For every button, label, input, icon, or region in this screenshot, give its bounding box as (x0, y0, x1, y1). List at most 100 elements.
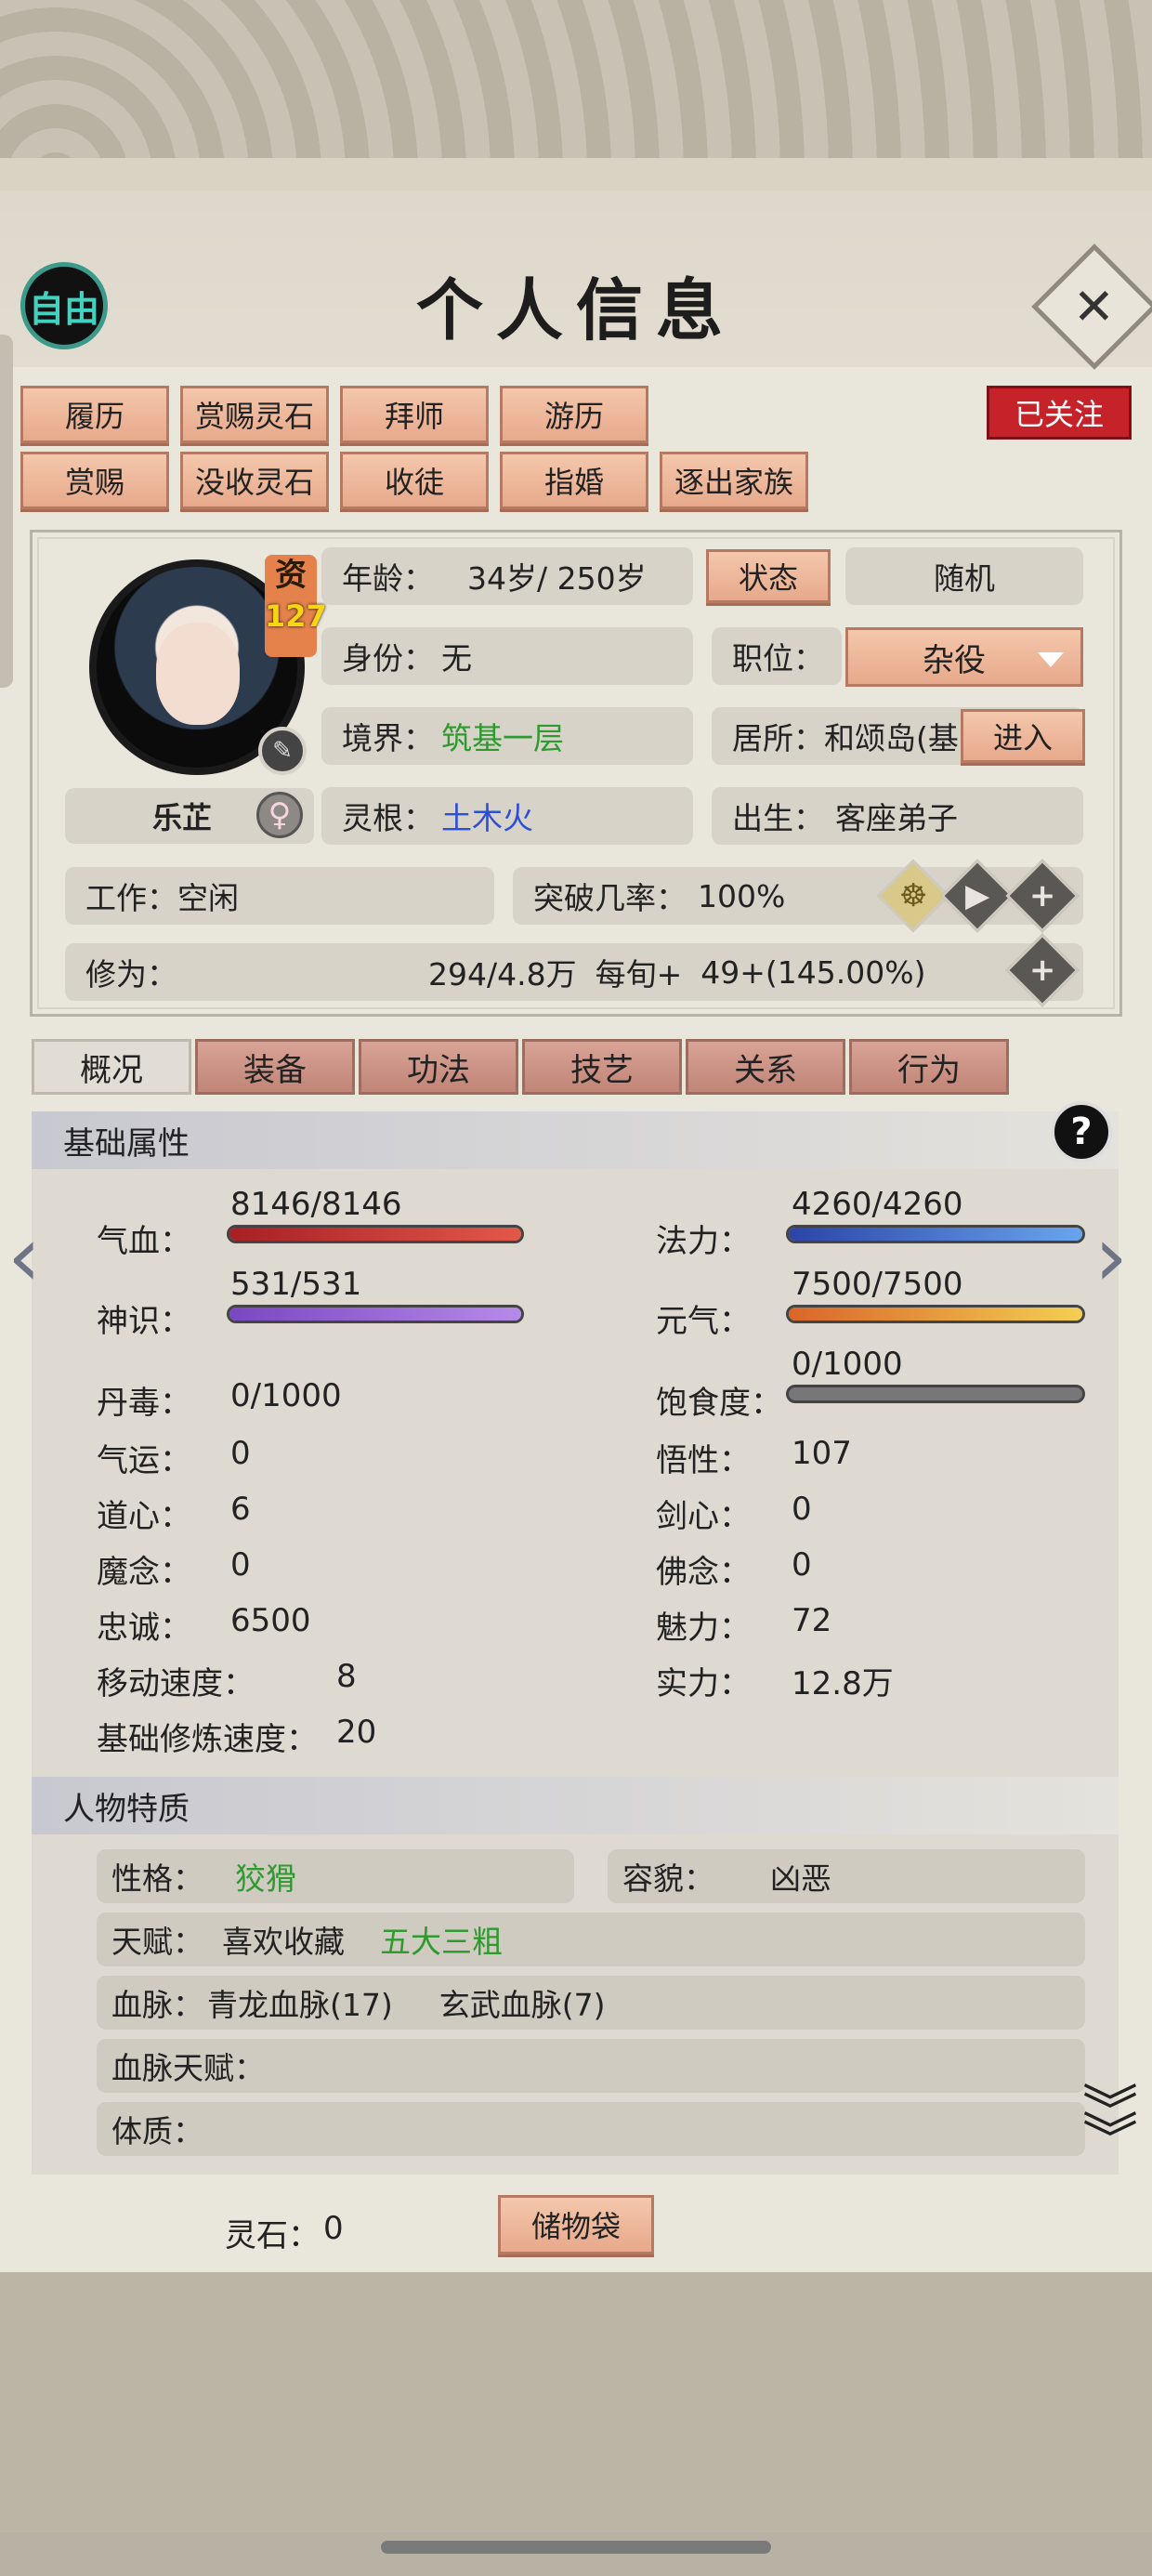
hp-bar-fill (229, 1228, 521, 1241)
reward-stones-button[interactable]: 赏赐灵石 (180, 386, 329, 443)
aptitude-badge: 资 127 (265, 555, 327, 657)
arrange-marriage-button[interactable]: 指婚 (500, 452, 648, 509)
tab-arts[interactable]: 技艺 (522, 1039, 682, 1095)
home-indicator[interactable] (381, 2541, 771, 2554)
per-period-label: 每旬+ (595, 956, 683, 992)
charm-label: 魅力： (656, 1610, 751, 1647)
stones-value: 0 (323, 2210, 344, 2247)
bloodline-2: 玄武血脉(7) (439, 1987, 606, 2023)
root-field: 灵根： 土木火 (321, 787, 693, 845)
physique-label: 体质： (111, 2113, 203, 2149)
poison-label: 丹毒： (97, 1385, 191, 1422)
mana-bar (786, 1225, 1085, 1243)
tab-overview[interactable]: 概况 (32, 1039, 191, 1095)
confiscate-stones-button[interactable]: 没收灵石 (180, 452, 329, 509)
cultivation-field: 修为： 294/4.8万 每旬+ 49+(145.00%) (65, 943, 1083, 1001)
help-icon[interactable]: ? (1051, 1101, 1112, 1163)
follow-badge[interactable]: 已关注 (987, 386, 1132, 440)
satiety-value: 0/1000 (792, 1346, 903, 1383)
left-edge-handle (0, 335, 13, 688)
top-border (0, 158, 1152, 195)
sword-label: 剑心： (656, 1498, 751, 1535)
hp-value: 8146/8146 (230, 1186, 402, 1223)
reward-button[interactable]: 赏赐 (20, 452, 169, 509)
mana-label: 法力： (656, 1223, 751, 1260)
residence-label: 居所： (732, 720, 824, 756)
work-field: 工作： 空闲 (65, 867, 494, 925)
talent-field: 天赋： 喜欢收藏 五大三粗 (97, 1912, 1085, 1966)
dao-label: 道心： (97, 1498, 191, 1535)
take-disciple-button[interactable]: 收徒 (340, 452, 489, 509)
traits-header: 人物特质 (32, 1777, 1119, 1834)
poison-value: 0/1000 (230, 1377, 342, 1414)
tab-behavior[interactable]: 行为 (849, 1039, 1009, 1095)
bloodline-label: 血脉： (111, 1987, 203, 2023)
cultivation-label: 修为： (85, 956, 177, 992)
power-value: 12.8万 (792, 1665, 894, 1702)
breakthrough-label: 突破几率： (533, 880, 687, 916)
status-button[interactable]: 状态 (706, 549, 831, 603)
blood-talent-field: 血脉天赋： (97, 2039, 1085, 2093)
identity-field: 身份： 无 (321, 627, 693, 685)
looks-label: 容貌： (622, 1860, 714, 1897)
position-dropdown[interactable]: 杂役 (845, 627, 1083, 687)
basic-attributes-header: 基础属性 (32, 1111, 1119, 1169)
edit-brush-icon[interactable]: ✎ (258, 727, 307, 775)
blood-talent-label: 血脉天赋： (111, 2050, 265, 2086)
root-label: 灵根： (342, 800, 434, 836)
spirit-bar (227, 1305, 524, 1323)
next-arrow-icon[interactable]: › (1094, 1208, 1128, 1306)
female-icon: ♀ (256, 792, 303, 838)
looks-field: 容貌： 凶恶 (608, 1849, 1085, 1903)
hp-bar (227, 1225, 524, 1243)
tab-skills[interactable]: 功法 (359, 1039, 518, 1095)
mana-value: 4260/4260 (792, 1186, 963, 1223)
tab-relations[interactable]: 关系 (686, 1039, 845, 1095)
age-label: 年龄： (342, 560, 434, 597)
buddha-value: 0 (792, 1546, 812, 1584)
talent-2: 五大三粗 (380, 1924, 503, 1960)
insight-label: 悟性： (656, 1442, 751, 1479)
spirit-label: 神识： (97, 1303, 191, 1340)
apprentice-button[interactable]: 拜师 (340, 386, 489, 443)
satiety-bar (786, 1385, 1085, 1403)
charm-value: 72 (792, 1602, 832, 1639)
root-value: 土木火 (441, 800, 533, 836)
personality-label: 性格： (111, 1860, 203, 1897)
expel-button[interactable]: 逐出家族 (660, 452, 808, 509)
residence-value: 和颂岛(基 (824, 720, 959, 756)
random-button[interactable]: 随机 (845, 547, 1083, 605)
origin-field: 出生： 客座弟子 (712, 787, 1083, 845)
loyalty-label: 忠诚： (97, 1610, 191, 1647)
page-title: 个人信息 (415, 270, 736, 349)
cultivation-value: 294/4.8万 (428, 956, 577, 992)
demon-value: 0 (230, 1546, 251, 1584)
tab-equipment[interactable]: 装备 (195, 1039, 355, 1095)
aptitude-label: 资 (275, 557, 307, 594)
storage-bag-button[interactable]: 储物袋 (498, 2195, 654, 2254)
personality-field: 性格： 狡猾 (97, 1849, 574, 1903)
resume-button[interactable]: 履历 (20, 386, 169, 443)
scroll-down-icon[interactable]: ︾ ︾ (1078, 2084, 1143, 2173)
position-label: 职位： (712, 627, 842, 685)
hp-label: 气血： (97, 1223, 191, 1260)
avatar-face (156, 623, 240, 725)
identity-value: 无 (441, 640, 472, 677)
looks-value: 凶恶 (770, 1860, 831, 1897)
vigor-bar (786, 1305, 1085, 1323)
talent-label: 天赋： (111, 1924, 203, 1960)
speed-label: 移动速度： (97, 1665, 255, 1702)
enter-button[interactable]: 进入 (961, 709, 1085, 763)
close-icon: ✕ (1073, 277, 1116, 336)
breakthrough-value: 100% (698, 877, 786, 914)
stones-label: 灵石： (225, 2217, 320, 2254)
train-speed-value: 20 (336, 1714, 377, 1751)
per-period-value: 49+(145.00%) (700, 953, 926, 991)
realm-value: 筑基一层 (441, 720, 564, 756)
position-value: 杂役 (923, 641, 986, 679)
age-field: 年龄： 34岁/ 250岁 (321, 547, 693, 605)
prev-arrow-icon[interactable]: ‹ (7, 1208, 41, 1306)
train-speed-label: 基础修炼速度： (97, 1721, 318, 1758)
travel-button[interactable]: 游历 (500, 386, 648, 443)
work-value: 空闲 (177, 880, 239, 916)
